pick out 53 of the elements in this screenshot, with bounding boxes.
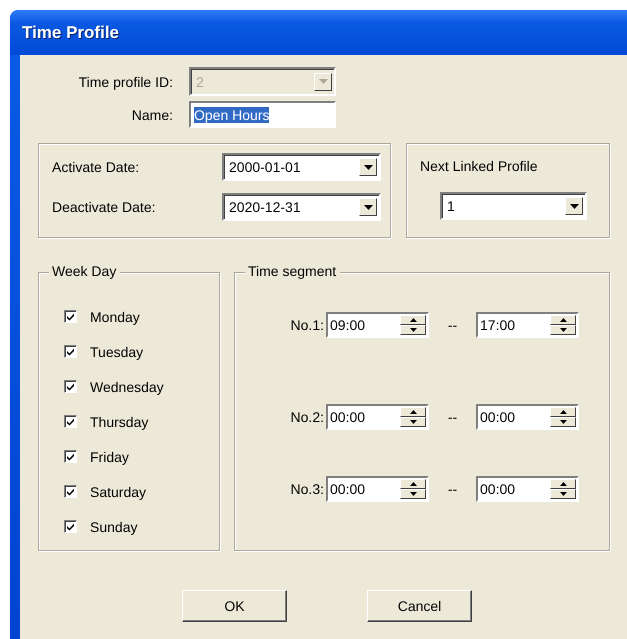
check-icon — [66, 522, 75, 531]
time-field[interactable]: 17:00 — [476, 312, 579, 338]
checkbox[interactable] — [64, 450, 77, 463]
separator-text: -- — [446, 317, 458, 333]
check-icon — [66, 487, 75, 496]
spin-buttons-icon[interactable] — [400, 315, 426, 335]
window-title: Time Profile — [22, 22, 119, 42]
checkbox[interactable] — [64, 345, 77, 358]
field-label: Time profile ID: — [78, 74, 173, 90]
dialog-button[interactable]: OK — [182, 590, 287, 622]
checkbox-label: Tuesday — [90, 344, 144, 360]
checkbox-label: Thursday — [90, 414, 148, 430]
separator-text: -- — [446, 481, 458, 497]
checkbox-label: Saturday — [90, 484, 146, 500]
checkbox[interactable] — [64, 415, 77, 428]
field-label: Activate Date: — [52, 159, 140, 175]
separator-text: -- — [446, 409, 458, 425]
checkbox[interactable] — [64, 380, 77, 393]
name-field[interactable]: Open Hours — [189, 101, 336, 128]
spin-buttons-icon[interactable] — [550, 479, 576, 499]
dropdown-field[interactable]: 2000-01-01 — [222, 153, 381, 181]
time-field[interactable]: 00:00 — [476, 404, 579, 430]
spin-buttons-icon[interactable] — [550, 315, 576, 335]
checkbox[interactable] — [64, 310, 77, 323]
check-icon — [66, 417, 75, 426]
checkbox-label: Sunday — [90, 518, 138, 534]
time-field[interactable]: 00:00 — [326, 476, 429, 502]
checkbox-label: Wednesday — [90, 378, 164, 394]
spin-buttons-icon[interactable] — [400, 479, 426, 499]
segment-label: No.2: — [290, 409, 324, 425]
segment-label: No.3: — [290, 481, 324, 497]
spin-buttons-icon[interactable] — [550, 407, 576, 427]
dropdown-field[interactable]: 1 — [440, 192, 587, 220]
time-field[interactable]: 00:00 — [476, 476, 579, 502]
group-title: Week Day — [49, 263, 120, 279]
check-icon — [66, 382, 75, 391]
group-title: Time segment — [245, 263, 340, 279]
segment-label: No.1: — [290, 317, 324, 333]
spin-buttons-icon[interactable] — [400, 407, 426, 427]
field-label: Deactivate Date: — [52, 199, 156, 215]
check-icon — [66, 312, 75, 321]
field-label: Next Linked Profile — [420, 158, 539, 174]
check-icon — [66, 347, 75, 356]
checkbox-label: Monday — [90, 308, 140, 324]
field-label: Name: — [130, 106, 173, 122]
dialog-button[interactable]: Cancel — [367, 590, 472, 622]
checkbox[interactable] — [64, 520, 77, 533]
time-field[interactable]: 00:00 — [326, 404, 429, 430]
checkbox-label: Friday — [90, 448, 129, 464]
checkbox[interactable] — [64, 485, 77, 498]
check-icon — [66, 452, 75, 461]
dropdown-field[interactable]: 2020-12-31 — [222, 193, 381, 221]
time-field[interactable]: 09:00 — [326, 312, 429, 338]
